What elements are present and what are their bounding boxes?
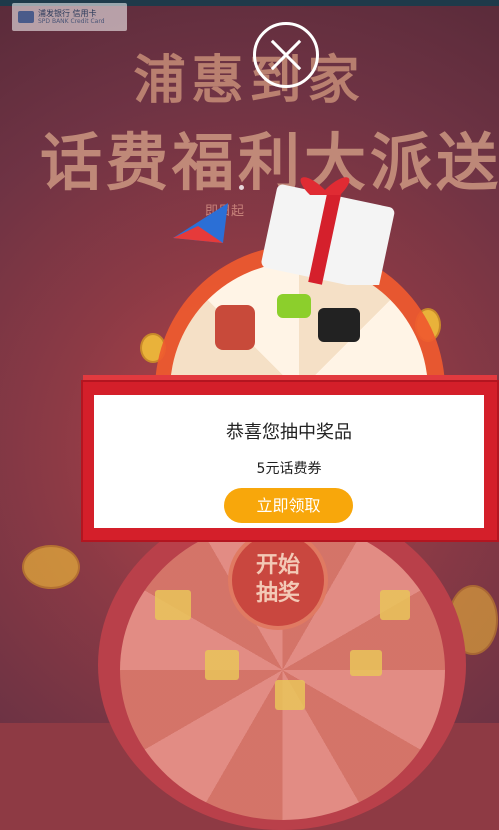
gift-box-icon	[261, 177, 395, 285]
start-draw-button[interactable]: 开始 抽奖	[228, 530, 328, 630]
modal-title: 恭喜您抽中奖品	[226, 422, 352, 443]
voucher-icon	[380, 590, 410, 620]
voucher-icon	[205, 650, 239, 680]
voucher-icon	[275, 680, 305, 710]
party-hat-icon	[173, 203, 228, 243]
bank-logo-icon	[18, 11, 34, 23]
carousel-dot	[239, 185, 244, 190]
prize-name: 5元话费券	[256, 461, 322, 477]
iqiyi-icon	[277, 294, 311, 318]
voucher-icon	[155, 590, 191, 620]
bank-logo-text: 浦发银行 信用卡 SPD BANK Credit Card	[38, 9, 105, 25]
card-name-cn: 信用卡	[72, 9, 97, 18]
bank-name-en: SPD BANK	[38, 18, 69, 25]
campaign-title-line1: 浦惠到家	[133, 51, 366, 111]
start-draw-label-line1: 开始	[255, 553, 300, 578]
card-name-en: Credit Card	[70, 18, 105, 25]
movie-clapper-icon	[318, 308, 360, 342]
start-draw-label-line2: 抽奖	[255, 581, 300, 606]
food-cup-icon	[215, 305, 255, 350]
bank-logo: 浦发银行 信用卡 SPD BANK Credit Card	[12, 3, 127, 31]
gold-coin-icon	[22, 545, 80, 589]
claim-prize-button[interactable]: 立即领取	[224, 488, 353, 523]
close-icon[interactable]	[253, 22, 319, 88]
bank-name-cn: 浦发银行	[38, 9, 70, 18]
voucher-icon	[350, 650, 382, 676]
